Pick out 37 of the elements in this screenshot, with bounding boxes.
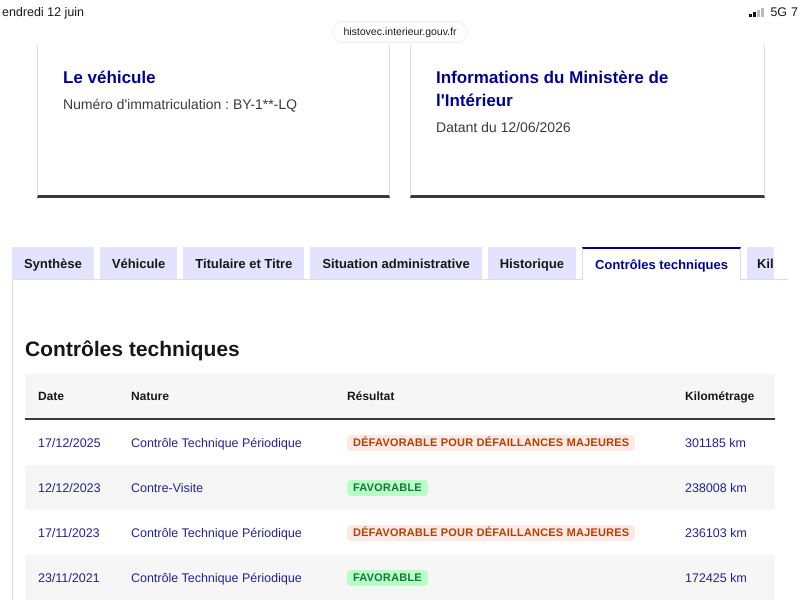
card-title: Informations du Ministère de l'Intérieur [436, 67, 670, 112]
address-bar[interactable]: histovec.interieur.gouv.fr [334, 23, 466, 41]
column-header: Nature [130, 389, 170, 403]
table-cell: Contrôle Technique Périodique [131, 436, 302, 450]
card-title: Le véhicule [63, 67, 157, 89]
table-cell: Contrôle Technique Périodique [131, 526, 302, 540]
column-header: Kilométrage [684, 389, 756, 403]
tab[interactable]: Contrôles techniques [582, 247, 741, 280]
tab[interactable]: Titulaire et Titre [183, 247, 304, 279]
tab[interactable]: Historique [488, 247, 576, 279]
table-cell: 12/12/2023 [38, 480, 101, 494]
result-badge: DÉFAVORABLE POUR DÉFAILLANCES MAJEURES [347, 434, 636, 450]
status-date: endredi 12 juin [2, 5, 84, 19]
table-cell: 236103 km [685, 526, 747, 540]
table-cell: 301185 km [685, 436, 746, 450]
tab[interactable]: Situation administrative [310, 247, 482, 279]
card-text: Numéro d'immatriculation : BY-1**-LQ [63, 95, 298, 114]
table-cell: 238008 km [685, 480, 747, 494]
card-text: Datant du 12/06/2026 [436, 118, 572, 137]
result-badge: FAVORABLE [347, 480, 428, 496]
battery-percentage: 7 [791, 5, 798, 19]
table-cell: Contre-Visite [131, 480, 204, 494]
table-cell: 17/11/2023 [38, 526, 100, 540]
tab[interactable]: Véhicule [100, 247, 178, 279]
tab[interactable]: Kil [746, 247, 774, 279]
column-header: Résultat [346, 389, 396, 403]
tab[interactable]: Synthèse [12, 247, 94, 279]
network-label: 5G [770, 5, 788, 19]
table-cell: 172425 km [685, 570, 747, 584]
signal-icon [749, 8, 764, 16]
column-header: Date [37, 389, 66, 403]
section-title: Contrôles techniques [25, 337, 241, 363]
result-badge: FAVORABLE [347, 570, 428, 586]
table-cell: 23/11/2021 [38, 570, 100, 584]
table-cell: 17/12/2025 [38, 436, 101, 450]
table-cell: Contrôle Technique Périodique [131, 570, 302, 584]
result-badge: DÉFAVORABLE POUR DÉFAILLANCES MAJEURES [347, 524, 636, 540]
